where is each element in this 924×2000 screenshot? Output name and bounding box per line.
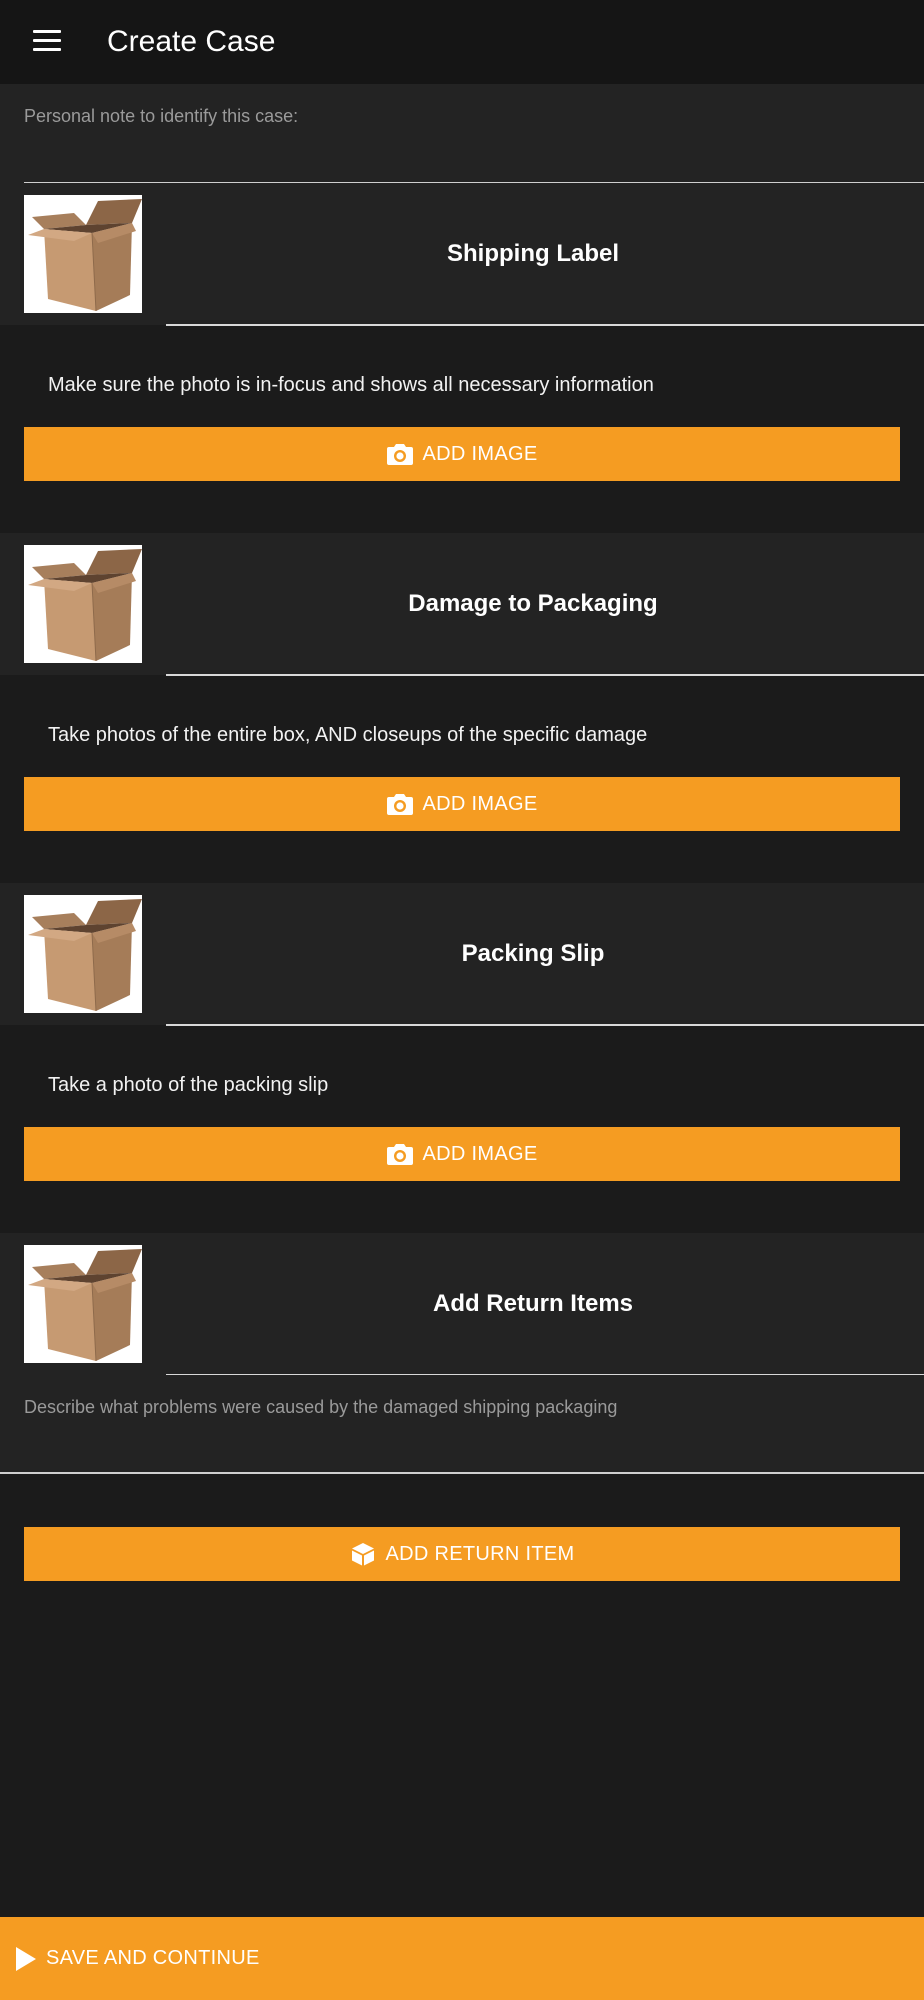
camera-icon: [386, 792, 413, 816]
section-instruction: Take a photo of the packing slip: [48, 1074, 329, 1096]
section-title: Damage to Packaging: [408, 590, 658, 617]
section-underline: [166, 674, 924, 676]
description-label: Describe what problems were caused by th…: [24, 1397, 618, 1417]
box-thumbnail[interactable]: [24, 195, 142, 313]
play-icon: [15, 1946, 37, 1972]
note-input[interactable]: [24, 132, 904, 166]
add-image-label: ADD IMAGE: [422, 1142, 538, 1165]
box-thumbnail[interactable]: [24, 1245, 142, 1363]
section-header-add-return-items: Add Return Items: [0, 1233, 924, 1376]
app-bar: Create Case: [0, 0, 924, 84]
save-and-continue-button[interactable]: SAVE AND CONTINUE: [0, 1917, 924, 2000]
section-title: Shipping Label: [447, 240, 619, 267]
add-image-label: ADD IMAGE: [422, 442, 538, 465]
section-title: Add Return Items: [432, 1290, 633, 1317]
camera-icon: [386, 1142, 413, 1166]
section-header-packing-slip: Packing Slip: [0, 883, 924, 1026]
menu-icon[interactable]: [33, 30, 61, 52]
note-section: Personal note to identify this case:: [0, 84, 924, 184]
description-input[interactable]: [24, 1423, 904, 1457]
section-instruction: Make sure the photo is in-focus and show…: [48, 374, 654, 396]
section-header-damage-to-packaging: Damage to Packaging: [0, 533, 924, 676]
box-thumbnail[interactable]: [24, 895, 142, 1013]
section-underline: [166, 1024, 924, 1026]
box-thumbnail[interactable]: [24, 545, 142, 663]
add-image-button[interactable]: ADD IMAGE: [24, 777, 900, 831]
camera-icon: [386, 442, 413, 466]
add-return-item-label: ADD RETURN ITEM: [385, 1542, 575, 1565]
description-section: Describe what problems were caused by th…: [0, 1375, 924, 1474]
add-image-label: ADD IMAGE: [422, 792, 538, 815]
section-title: Packing Slip: [461, 940, 605, 967]
add-image-button[interactable]: ADD IMAGE: [24, 427, 900, 481]
box-icon: [350, 1542, 376, 1566]
add-return-item-button[interactable]: ADD RETURN ITEM: [24, 1527, 900, 1581]
section-instruction: Take photos of the entire box, AND close…: [48, 724, 648, 746]
section-header-shipping-label: Shipping Label: [0, 183, 924, 326]
description-underline: [0, 1472, 924, 1474]
section-underline: [166, 324, 924, 326]
save-and-continue-label: SAVE AND CONTINUE: [46, 1947, 260, 1969]
add-image-button[interactable]: ADD IMAGE: [24, 1127, 900, 1181]
page-title: Create Case: [107, 25, 276, 58]
note-label: Personal note to identify this case:: [24, 106, 299, 126]
